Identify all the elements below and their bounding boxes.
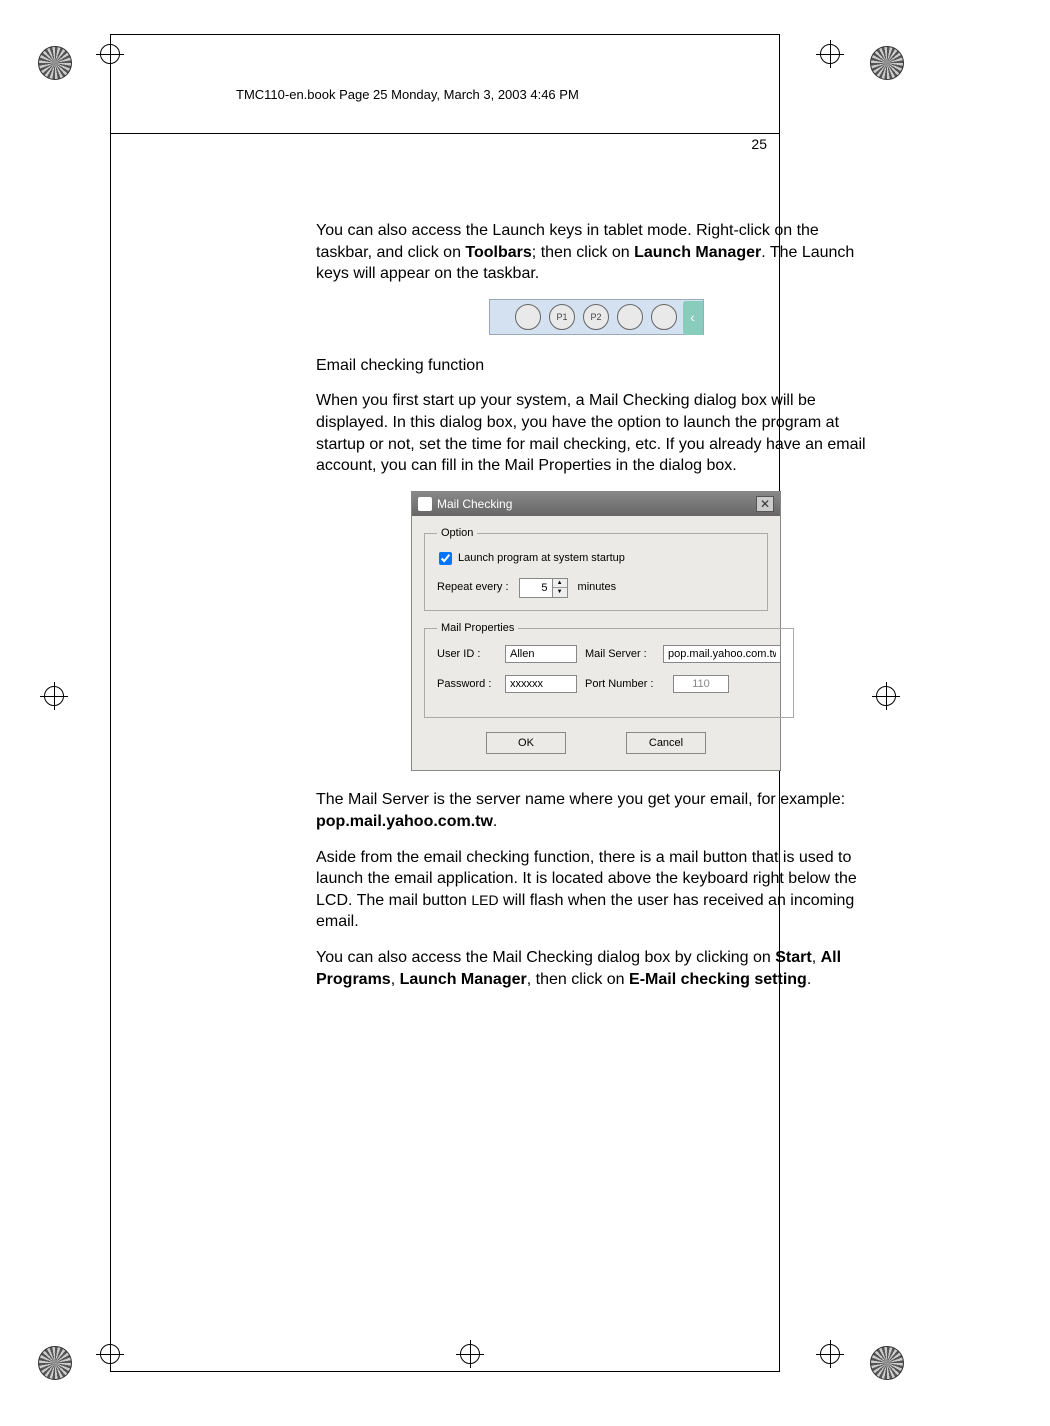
checkbox-label: Launch program at system startup — [458, 551, 625, 566]
mail-checking-dialog: Mail Checking ✕ Option Launch program at… — [411, 491, 781, 772]
mail-properties-legend: Mail Properties — [437, 621, 518, 636]
launch-toolbar-figure: P1 P2 ‹ — [489, 299, 704, 335]
dialog-titlebar[interactable]: Mail Checking ✕ — [412, 492, 780, 516]
paragraph: Aside from the email checking function, … — [316, 847, 876, 933]
crop-mark-icon — [38, 38, 86, 86]
paragraph: You can also access the Launch keys in t… — [316, 220, 876, 285]
toolbar-launch-button[interactable]: P1 — [549, 304, 575, 330]
password-input[interactable] — [505, 675, 577, 693]
text: . — [493, 813, 497, 830]
mail-properties-group: Mail Properties User ID : Mail Server : … — [424, 621, 794, 719]
cancel-button[interactable]: Cancel — [626, 732, 706, 754]
mailserver-input[interactable] — [663, 645, 781, 663]
text: , then click on — [527, 971, 629, 988]
bold-text: E-Mail checking setting — [629, 971, 807, 988]
small-caps-text: LED — [471, 892, 498, 908]
dialog-title-text: Mail Checking — [437, 496, 512, 512]
crop-mark-icon — [38, 680, 86, 728]
repeat-unit-label: minutes — [578, 580, 617, 595]
repeat-spinner[interactable]: ▲ ▼ — [519, 578, 568, 598]
ok-button[interactable]: OK — [486, 732, 566, 754]
close-button[interactable]: ✕ — [756, 496, 774, 512]
dialog-icon — [418, 497, 432, 511]
launch-at-startup-checkbox[interactable] — [439, 552, 452, 565]
text: , — [391, 971, 400, 988]
option-group: Option Launch program at system startup … — [424, 526, 768, 611]
crop-mark-icon — [870, 1338, 918, 1386]
port-input — [673, 675, 729, 693]
bold-text: Start — [775, 949, 811, 966]
paragraph: You can also access the Mail Checking di… — [316, 947, 876, 990]
text: ; then click on — [532, 244, 634, 261]
page-number: 25 — [751, 136, 767, 152]
bold-text: Launch Manager — [634, 244, 761, 261]
section-heading: Email checking function — [316, 355, 876, 377]
text: The Mail Server is the server name where… — [316, 791, 845, 808]
repeat-value-input[interactable] — [520, 579, 552, 597]
taskbar-chevron-icon[interactable]: ‹ — [683, 301, 703, 335]
userid-label: User ID : — [437, 647, 497, 662]
userid-input[interactable] — [505, 645, 577, 663]
toolbar-launch-button[interactable] — [515, 304, 541, 330]
crop-mark-icon — [814, 1338, 862, 1386]
paragraph: The Mail Server is the server name where… — [316, 789, 876, 832]
crop-mark-icon — [38, 1338, 86, 1386]
option-legend: Option — [437, 526, 477, 541]
crop-mark-icon — [814, 38, 862, 86]
text: , — [812, 949, 821, 966]
toolbar-launch-button[interactable]: P2 — [583, 304, 609, 330]
crop-mark-icon — [870, 680, 918, 728]
spinner-down-icon[interactable]: ▼ — [553, 588, 567, 597]
toolbar-launch-button[interactable] — [651, 304, 677, 330]
bold-text: pop.mail.yahoo.com.tw — [316, 813, 493, 830]
text: . — [807, 971, 811, 988]
page-frame: TMC110-en.book Page 25 Monday, March 3, … — [110, 34, 780, 1372]
crop-mark-icon — [870, 38, 918, 86]
port-label: Port Number : — [585, 677, 665, 692]
bold-text: Toolbars — [465, 244, 531, 261]
password-label: Password : — [437, 677, 497, 692]
toolbar-launch-button[interactable] — [617, 304, 643, 330]
text: You can also access the Mail Checking di… — [316, 949, 775, 966]
repeat-label: Repeat every : — [437, 580, 509, 595]
paragraph: When you first start up your system, a M… — [316, 390, 876, 476]
bold-text: Launch Manager — [400, 971, 527, 988]
crop-header-text: TMC110-en.book Page 25 Monday, March 3, … — [236, 87, 579, 102]
mailserver-label: Mail Server : — [585, 647, 655, 662]
spinner-up-icon[interactable]: ▲ — [553, 579, 567, 588]
